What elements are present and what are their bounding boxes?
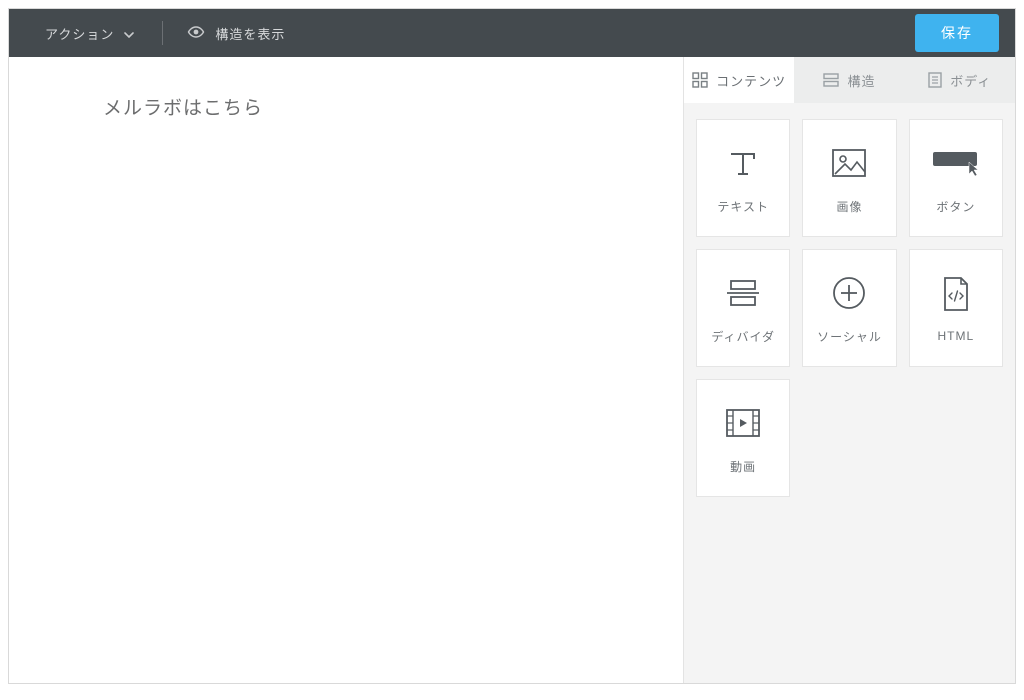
tile-text[interactable]: テキスト — [696, 119, 790, 237]
chevron-down-icon — [124, 26, 134, 41]
action-label: アクション — [45, 24, 114, 43]
editor-canvas[interactable]: メルラボはこちら — [9, 57, 683, 683]
tile-html[interactable]: HTML — [909, 249, 1003, 367]
tile-social-label: ソーシャル — [817, 328, 882, 345]
grid-icon — [692, 72, 708, 88]
tab-structure-label: 構造 — [847, 71, 875, 90]
canvas-text-block[interactable]: メルラボはこちら — [103, 93, 683, 120]
panel-tabs: コンテンツ 構造 ボディ — [684, 57, 1015, 103]
tab-body-label: ボディ — [950, 71, 991, 90]
tab-contents[interactable]: コンテンツ — [684, 57, 794, 103]
show-structure-label: 構造を表示 — [215, 24, 285, 43]
show-structure-toggle[interactable]: 構造を表示 — [163, 9, 309, 57]
tab-contents-label: コンテンツ — [716, 71, 786, 90]
side-panel: コンテンツ 構造 ボディ — [683, 57, 1015, 683]
columns-icon — [823, 73, 839, 87]
tab-structure[interactable]: 構造 — [794, 57, 904, 103]
tile-button-label: ボタン — [936, 198, 975, 215]
action-dropdown[interactable]: アクション — [9, 9, 162, 57]
tile-divider-label: ディバイダ — [711, 328, 775, 345]
eye-icon — [187, 26, 205, 41]
tile-social[interactable]: ソーシャル — [802, 249, 896, 367]
page-icon — [928, 72, 942, 88]
html-icon — [941, 273, 971, 315]
content-tiles: テキスト 画像 ボタン — [684, 103, 1015, 513]
divider-icon — [725, 272, 761, 314]
tile-divider[interactable]: ディバイダ — [696, 249, 790, 367]
text-icon — [726, 142, 760, 184]
tile-image-label: 画像 — [836, 198, 862, 215]
save-button[interactable]: 保存 — [915, 14, 999, 52]
tile-video[interactable]: 動画 — [696, 379, 790, 497]
toolbar: アクション 構造を表示 保存 — [9, 9, 1015, 57]
tile-html-label: HTML — [937, 329, 974, 343]
image-icon — [831, 142, 867, 184]
tile-text-label: テキスト — [717, 198, 769, 215]
tab-body[interactable]: ボディ — [905, 57, 1015, 103]
tile-button[interactable]: ボタン — [909, 119, 1003, 237]
button-icon — [931, 142, 981, 184]
tile-image[interactable]: 画像 — [802, 119, 896, 237]
social-icon — [832, 272, 866, 314]
video-icon — [725, 402, 761, 444]
tile-video-label: 動画 — [730, 458, 756, 475]
